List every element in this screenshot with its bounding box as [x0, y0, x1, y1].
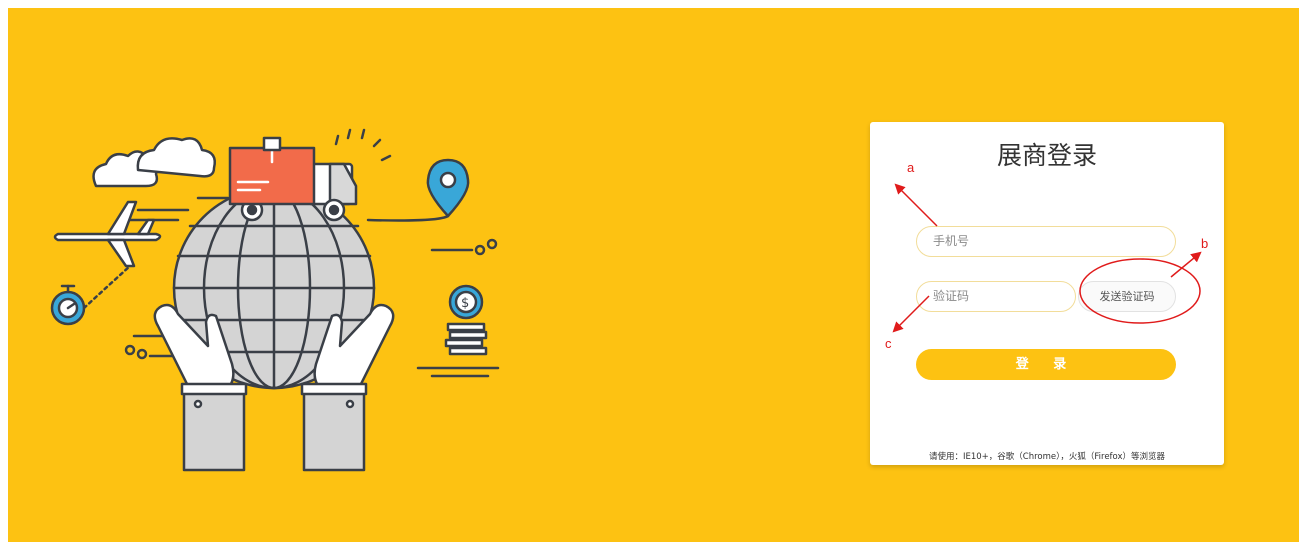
signal-marks: [334, 128, 392, 162]
login-button[interactable]: 登 录: [916, 349, 1176, 380]
svg-text:$: $: [461, 296, 469, 311]
dollar-coin-icon: $: [416, 284, 500, 378]
phone-input[interactable]: 手机号: [916, 226, 1176, 257]
login-title: 展商登录: [996, 141, 1097, 170]
page-background: $ 展商登录 手机号 验证码 发送验证码 登 录 请使用：IE10+，谷歌（Ch…: [8, 8, 1299, 542]
airplane-icon: [53, 200, 162, 268]
logistics-illustration: $: [50, 128, 500, 472]
annotation-label-a: a: [907, 160, 915, 175]
verification-code-input[interactable]: 验证码: [916, 281, 1076, 312]
send-code-button[interactable]: 发送验证码: [1078, 281, 1176, 312]
cloud-icon: [92, 137, 216, 188]
parcel-box-icon: [228, 136, 316, 206]
stopwatch-icon: [50, 264, 132, 326]
login-card: 展商登录 手机号 验证码 发送验证码 登 录 请使用：IE10+，谷歌（Chro…: [870, 122, 1224, 465]
browser-note: 请使用：IE10+，谷歌（Chrome），火狐（Firefox）等浏览器: [928, 452, 1166, 462]
annotation-label-c: c: [885, 336, 892, 351]
annotation-label-b: b: [1201, 236, 1209, 251]
location-pin-icon: [366, 158, 498, 256]
